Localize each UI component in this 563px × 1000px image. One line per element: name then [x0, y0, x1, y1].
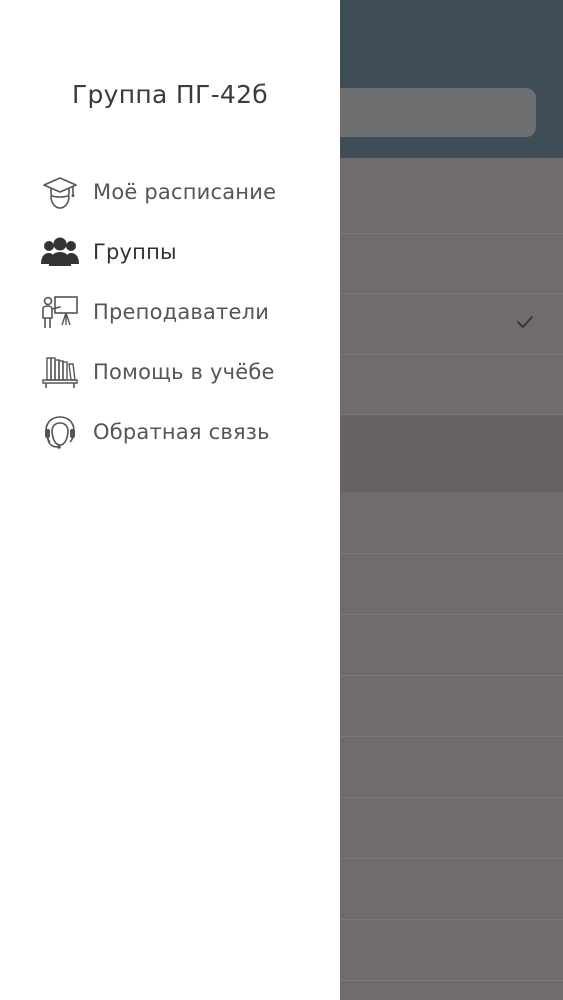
- background-list-row: [340, 355, 563, 415]
- menu-item-label: Группы: [93, 240, 177, 264]
- menu-item-study-help[interactable]: Помощь в учёбе: [38, 350, 328, 394]
- menu-item-label: Моё расписание: [93, 180, 277, 204]
- books-icon: [38, 350, 82, 394]
- graduate-icon: [38, 170, 82, 214]
- background-list-row: [340, 798, 563, 859]
- navigation-drawer: Группа ПГ-42б Моё расписание Группы Преп…: [0, 0, 340, 1000]
- background-screen-overlay[interactable]: [340, 0, 563, 1000]
- background-list-row: [340, 615, 563, 676]
- menu-item-groups[interactable]: Группы: [38, 230, 328, 274]
- menu-item-feedback[interactable]: Обратная связь: [38, 410, 328, 454]
- menu-item-label: Помощь в учёбе: [93, 360, 275, 384]
- background-list-row: [340, 859, 563, 920]
- background-list-row: [340, 492, 563, 554]
- menu-item-my-schedule[interactable]: Моё расписание: [38, 170, 328, 214]
- checkmark-icon: [517, 316, 533, 328]
- menu-item-teachers[interactable]: Преподаватели: [38, 290, 328, 334]
- menu-item-label: Преподаватели: [93, 300, 270, 324]
- background-list-row: [340, 158, 563, 234]
- group-icon: [38, 230, 82, 274]
- background-list-row: [340, 234, 563, 294]
- teacher-icon: [38, 290, 82, 334]
- background-list-row: [340, 554, 563, 615]
- background-list-row: [340, 737, 563, 798]
- drawer-title: Группа ПГ-42б: [71, 80, 269, 109]
- menu-item-label: Обратная связь: [93, 420, 270, 444]
- background-search-field: [340, 88, 536, 137]
- background-list-row: [340, 676, 563, 737]
- background-list-row: [340, 920, 563, 981]
- background-section-header: [340, 415, 563, 492]
- support-headset-icon: [38, 410, 82, 454]
